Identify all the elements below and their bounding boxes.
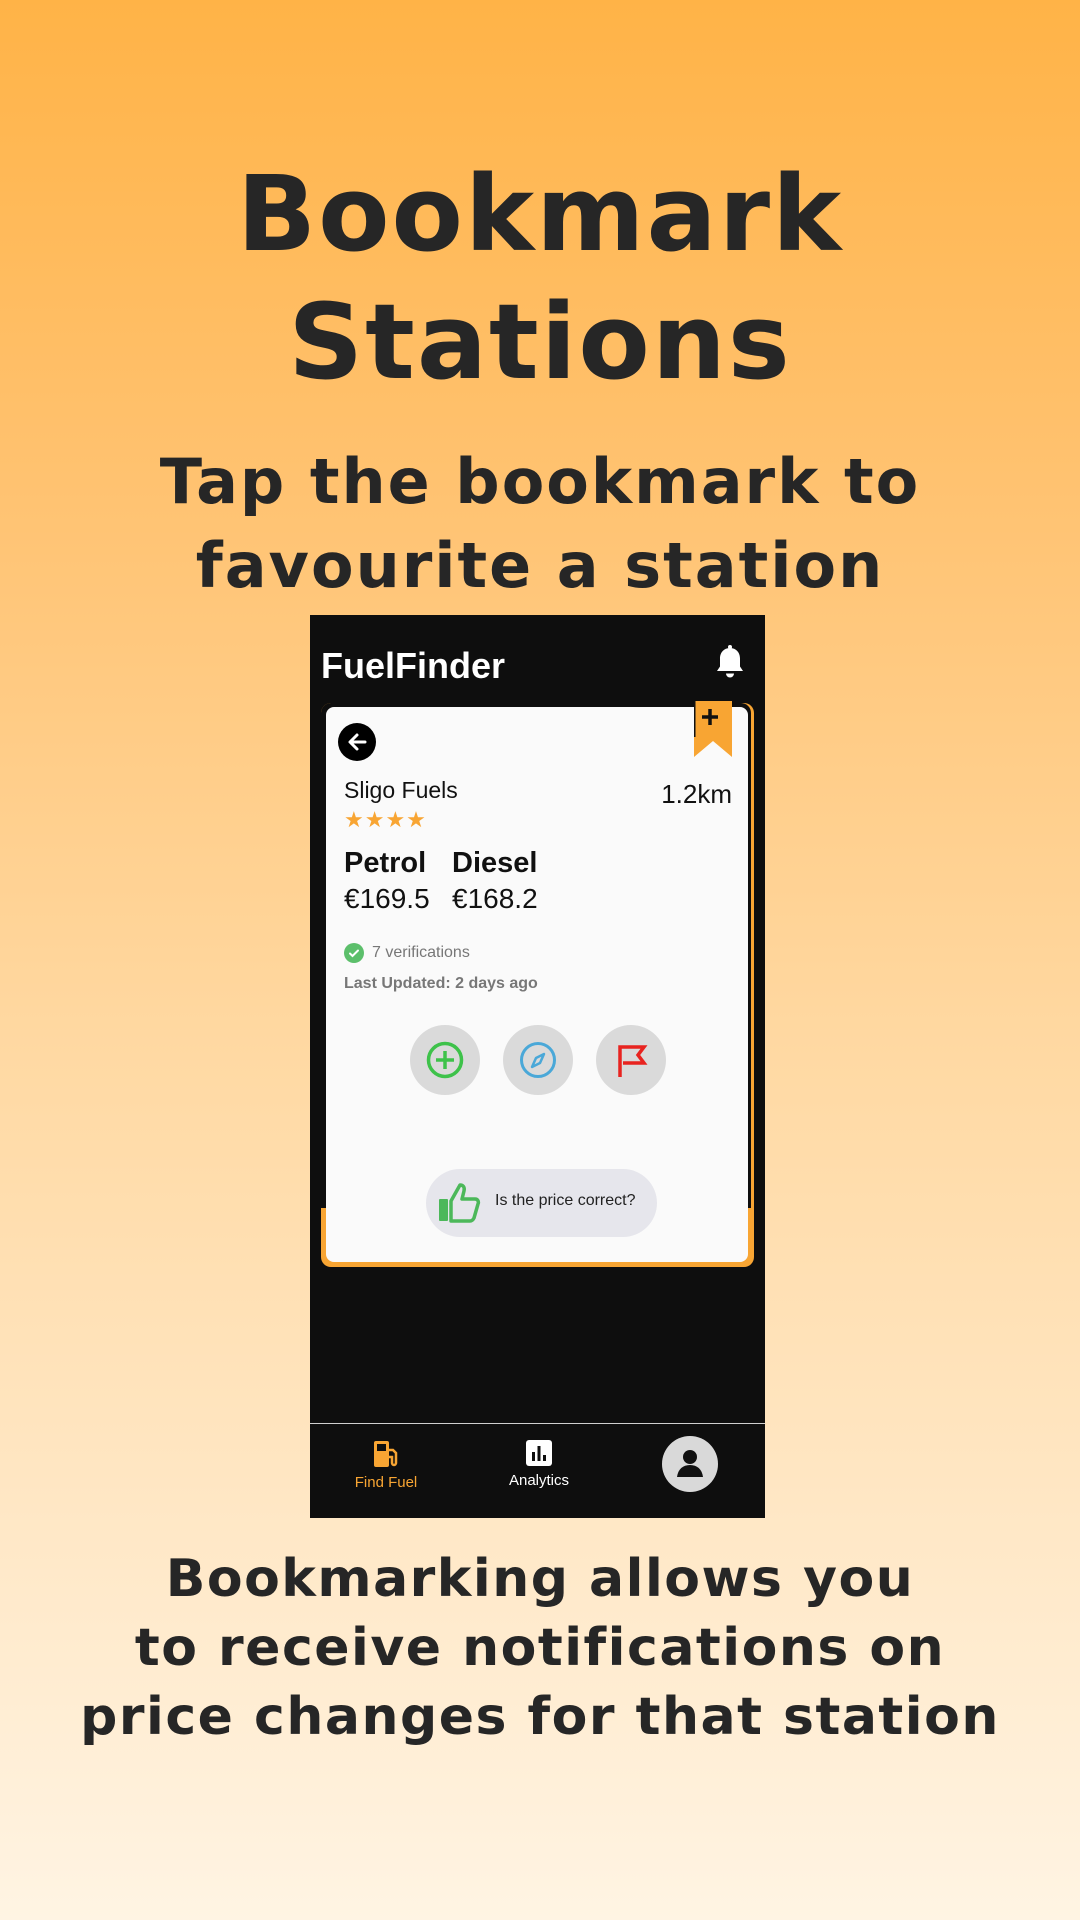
- promo-title: Bookmark Stations: [0, 150, 1080, 406]
- bookmark-icon[interactable]: [694, 701, 732, 757]
- nav-item-analytics[interactable]: Analytics: [479, 1438, 599, 1489]
- fuel-diesel: Diesel €168.2: [452, 845, 538, 917]
- station-card[interactable]: Sligo Fuels 1.2km ★★★★ Petrol €169.5 Die…: [326, 701, 748, 1262]
- station-distance: 1.2km: [661, 779, 732, 809]
- flag-icon: [618, 1045, 648, 1077]
- profile-icon: [677, 1450, 703, 1477]
- nav-label: Find Fuel: [354, 1474, 418, 1491]
- verification-count: 7 verifications: [372, 944, 470, 961]
- fuel-pump-icon: [374, 1441, 398, 1467]
- fuel-name: Petrol: [344, 847, 427, 879]
- thumbs-up-icon: [439, 1183, 481, 1223]
- report-button[interactable]: [596, 1025, 666, 1095]
- promo-subtitle-line-1: Tap the bookmark to: [159, 445, 921, 518]
- nav-label: Analytics: [508, 1472, 570, 1489]
- fuel-petrol: Petrol €169.5: [344, 845, 430, 917]
- arrow-left-icon: [348, 733, 367, 751]
- bottom-nav: Find Fuel Analytics: [310, 1423, 765, 1518]
- compass-icon: [520, 1042, 556, 1078]
- add-price-icon: [426, 1041, 464, 1079]
- profile-button[interactable]: [662, 1436, 718, 1492]
- phone-screen: FuelFinder Sligo Fuels 1.2km ★★★★ Petrol…: [310, 615, 765, 1518]
- price-correct-label: Is the price correct?: [495, 1192, 636, 1209]
- promo-subtitle-line-2: favourite a station: [195, 529, 885, 602]
- add-price-button[interactable]: [410, 1025, 480, 1095]
- fuel-price: €168.2: [452, 883, 538, 914]
- back-button[interactable]: [338, 723, 376, 761]
- station-name: Sligo Fuels: [344, 777, 458, 803]
- promo-description: Bookmarking allows you to receive notifi…: [0, 1545, 1080, 1752]
- app-title: FuelFinder: [321, 645, 506, 686]
- rating-stars: ★★★★: [344, 807, 427, 832]
- fuel-name: Diesel: [452, 847, 538, 879]
- promo-description-line-2: to receive notifications on: [134, 1618, 946, 1678]
- navigate-button[interactable]: [503, 1025, 573, 1095]
- verification-status: 7 verifications: [344, 943, 470, 963]
- promo-description-line-1: Bookmarking allows you: [165, 1549, 915, 1609]
- last-updated: Last Updated: 2 days ago: [344, 975, 538, 992]
- promo-title-line-1: Bookmark: [236, 153, 844, 275]
- promo-subtitle: Tap the bookmark to favourite a station: [0, 440, 1080, 608]
- bar-chart-icon: [526, 1440, 552, 1466]
- check-circle-icon: [344, 943, 364, 963]
- promo-title-line-2: Stations: [288, 281, 792, 403]
- bell-icon[interactable]: [714, 645, 746, 681]
- price-correct-button[interactable]: Is the price correct?: [426, 1169, 657, 1237]
- promo-description-line-3: price changes for that station: [80, 1687, 1000, 1747]
- nav-item-find-fuel[interactable]: Find Fuel: [326, 1438, 446, 1491]
- fuel-price: €169.5: [344, 883, 430, 914]
